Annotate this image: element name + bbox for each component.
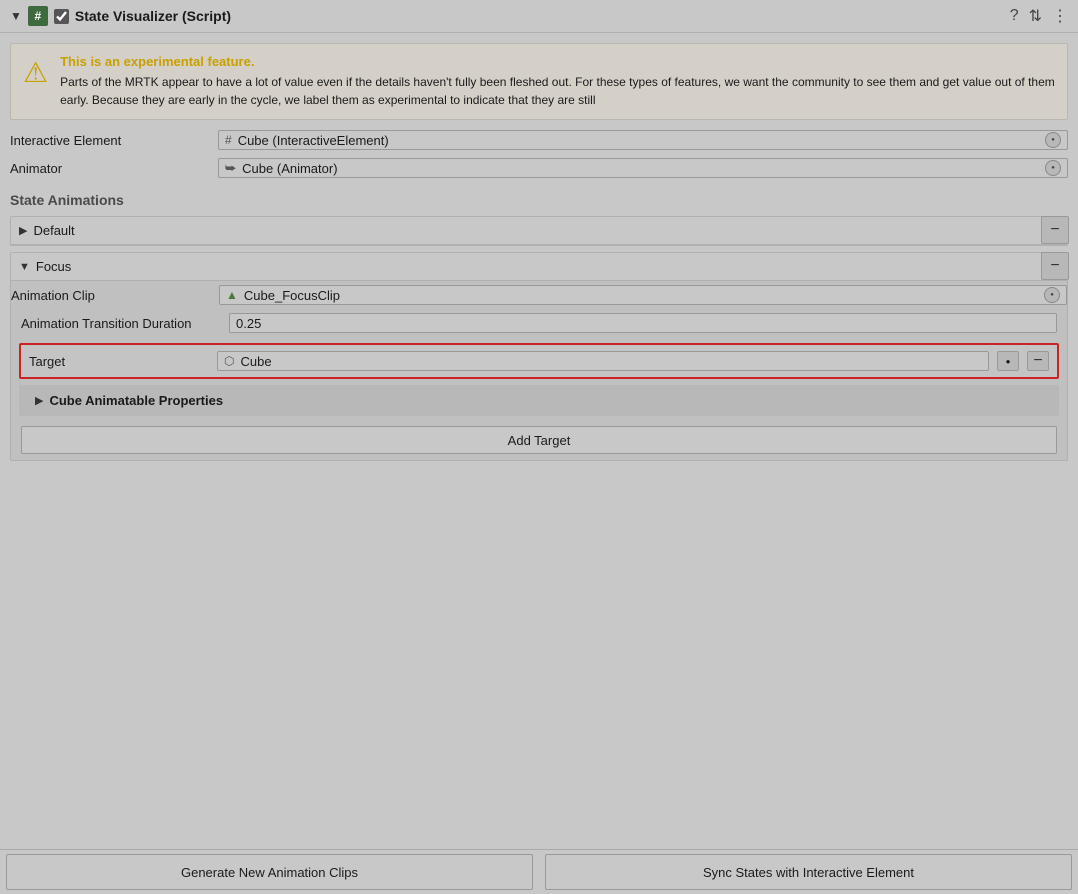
- animation-transition-input[interactable]: 0.25: [229, 313, 1057, 333]
- target-row: Target ⬡ Cube ● −: [29, 351, 1049, 371]
- target-picker-btn[interactable]: ●: [997, 351, 1019, 371]
- focus-minus-btn[interactable]: −: [1041, 252, 1069, 280]
- default-group-wrapper: ▶ Default −: [10, 216, 1068, 246]
- interactive-element-row: Interactive Element # Cube (InteractiveE…: [0, 126, 1078, 154]
- animation-transition-value: 0.25: [236, 316, 261, 331]
- target-input[interactable]: ⬡ Cube: [217, 351, 989, 371]
- animator-icon: ⮩: [225, 161, 236, 176]
- focus-group-wrapper: ▼ Focus Animation Clip ▲ Cube_FocusClip …: [10, 252, 1068, 461]
- animation-clip-picker-btn[interactable]: [1044, 287, 1060, 303]
- warning-title: This is an experimental feature.: [60, 54, 1055, 69]
- more-icon[interactable]: ⋮: [1052, 6, 1068, 26]
- inspector-panel: ▼ # State Visualizer (Script) ? ⇅ ⋮ ⚠ Th…: [0, 0, 1078, 461]
- animator-label: Animator: [10, 161, 210, 176]
- generate-clips-btn[interactable]: Generate New Animation Clips: [6, 854, 533, 890]
- animation-clip-input[interactable]: ▲ Cube_FocusClip: [219, 285, 1067, 305]
- animation-clip-value: Cube_FocusClip: [244, 288, 1038, 303]
- focus-group-header[interactable]: ▼ Focus: [11, 253, 1067, 281]
- enabled-checkbox[interactable]: [54, 9, 69, 24]
- add-target-row: Add Target: [11, 420, 1067, 460]
- sync-states-btn[interactable]: Sync States with Interactive Element: [545, 854, 1072, 890]
- state-animations-section: State Animations: [0, 182, 1078, 212]
- focus-group-title: Focus: [36, 259, 71, 274]
- experimental-warning: ⚠ This is an experimental feature. Parts…: [10, 43, 1068, 120]
- header-bar: ▼ # State Visualizer (Script) ? ⇅ ⋮: [0, 0, 1078, 33]
- animation-clip-row: Animation Clip ▲ Cube_FocusClip: [11, 281, 1067, 309]
- focus-arrow-icon: ▼: [19, 261, 30, 273]
- default-group-header[interactable]: ▶ Default: [11, 217, 1067, 245]
- animation-clip-icon: ▲: [226, 288, 238, 302]
- animator-picker-btn[interactable]: [1045, 160, 1061, 176]
- interactive-element-hash-icon: #: [225, 133, 232, 147]
- bottom-bar: Generate New Animation Clips Sync States…: [0, 849, 1078, 894]
- interactive-element-input[interactable]: # Cube (InteractiveElement): [218, 130, 1068, 150]
- default-arrow-icon: ▶: [19, 224, 27, 237]
- target-section: Target ⬡ Cube ● −: [19, 343, 1059, 379]
- interactive-element-picker-btn[interactable]: [1045, 132, 1061, 148]
- script-hash-icon: #: [28, 6, 48, 26]
- animator-row: Animator ⮩ Cube (Animator): [0, 154, 1078, 182]
- warning-body: Parts of the MRTK appear to have a lot o…: [60, 73, 1055, 109]
- state-animations-title: State Animations: [10, 192, 124, 208]
- default-group: ▶ Default: [10, 216, 1068, 246]
- target-cube-icon: ⬡: [224, 354, 234, 368]
- warning-text-block: This is an experimental feature. Parts o…: [60, 54, 1055, 109]
- animation-transition-row: Animation Transition Duration 0.25: [11, 309, 1067, 337]
- target-label: Target: [29, 354, 209, 369]
- animatable-arrow-icon: ▶: [35, 394, 43, 407]
- header-actions: ? ⇅ ⋮: [1010, 6, 1068, 26]
- target-minus-btn[interactable]: −: [1027, 351, 1049, 371]
- add-target-btn[interactable]: Add Target: [21, 426, 1057, 454]
- collapse-arrow-icon[interactable]: ▼: [10, 9, 22, 23]
- focus-group: ▼ Focus Animation Clip ▲ Cube_FocusClip …: [10, 252, 1068, 461]
- settings-icon[interactable]: ⇅: [1029, 6, 1042, 26]
- target-value: Cube: [240, 354, 982, 369]
- animator-input[interactable]: ⮩ Cube (Animator): [218, 158, 1068, 178]
- animation-transition-label: Animation Transition Duration: [21, 316, 221, 331]
- warning-triangle-icon: ⚠: [23, 56, 48, 89]
- default-group-title: Default: [33, 223, 74, 238]
- animation-clip-label: Animation Clip: [11, 288, 211, 303]
- component-title: State Visualizer (Script): [75, 8, 1004, 24]
- interactive-element-label: Interactive Element: [10, 133, 210, 148]
- animatable-title: Cube Animatable Properties: [49, 393, 223, 408]
- help-icon[interactable]: ?: [1010, 7, 1019, 25]
- animatable-properties-header[interactable]: ▶ Cube Animatable Properties: [19, 385, 1059, 416]
- default-minus-btn[interactable]: −: [1041, 216, 1069, 244]
- animator-value: Cube (Animator): [242, 161, 1039, 176]
- interactive-element-value: Cube (InteractiveElement): [238, 133, 1039, 148]
